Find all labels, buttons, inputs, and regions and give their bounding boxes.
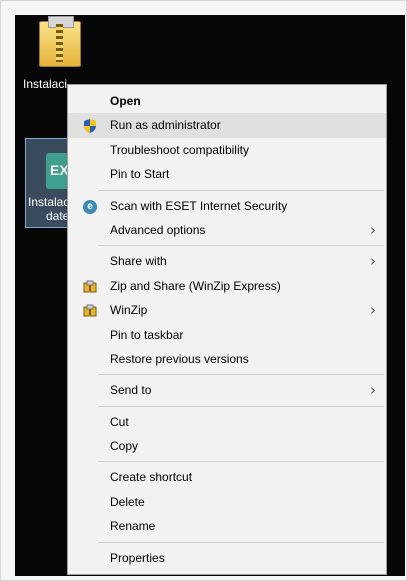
context-menu: Open Run as administrator Troubleshoot c… [67,84,387,576]
menu-item-label: Cut [110,414,129,429]
menu-item-label: Troubleshoot compatibility [110,142,249,157]
shield-icon [84,119,96,134]
desktop[interactable]: Instalaci EXE Instalaci dateC Open Run a… [15,15,405,576]
menu-item-pin-to-taskbar[interactable]: Pin to taskbar [68,323,386,347]
menu-item-cut[interactable]: Cut [68,410,386,434]
menu-item-share-with[interactable]: Share with › [68,249,386,273]
menu-item-create-shortcut[interactable]: Create shortcut [68,465,386,489]
menu-item-properties[interactable]: Properties [68,546,386,570]
menu-item-delete[interactable]: Delete [68,490,386,514]
chevron-right-icon: › [370,252,376,271]
chevron-right-icon: › [370,381,376,400]
menu-item-label: Rename [110,519,156,534]
menu-item-troubleshoot-compatibility[interactable]: Troubleshoot compatibility [68,138,386,162]
menu-item-send-to[interactable]: Send to › [68,378,386,402]
menu-separator [98,405,384,407]
menu-item-label: Advanced options [110,222,206,237]
menu-item-label: Run as administrator [110,118,221,133]
menu-item-label: Properties [110,550,165,565]
screenshot-frame: Instalaci EXE Instalaci dateC Open Run a… [0,0,407,581]
archive-file-icon [39,16,81,67]
menu-item-label: Pin to Start [110,167,170,182]
menu-item-rename[interactable]: Rename [68,514,386,538]
menu-separator [98,245,384,247]
desktop-icon-archive[interactable]: Instalaci [21,16,99,91]
menu-item-winzip[interactable]: WinZip › [68,298,386,322]
menu-item-label: WinZip [110,303,148,318]
winzip-icon [83,304,97,317]
menu-item-label: Delete [110,494,145,509]
winzip-icon [83,280,97,293]
menu-item-label: Open [110,94,141,108]
menu-item-advanced-options[interactable]: Advanced options › [68,218,386,242]
menu-item-open[interactable]: Open [68,89,386,113]
menu-item-label: Share with [110,254,167,269]
menu-item-label: Scan with ESET Internet Security [110,198,288,213]
menu-item-run-as-administrator[interactable]: Run as administrator [68,113,386,138]
menu-separator [98,189,384,191]
eset-icon: e [83,199,97,214]
menu-item-zip-and-share[interactable]: Zip and Share (WinZip Express) [68,274,386,298]
menu-item-label: Create shortcut [110,470,193,485]
menu-item-scan-eset[interactable]: e Scan with ESET Internet Security [68,194,386,218]
menu-item-label: Zip and Share (WinZip Express) [110,278,281,293]
chevron-right-icon: › [370,301,376,320]
menu-separator [98,374,384,376]
menu-item-restore-previous-versions[interactable]: Restore previous versions [68,347,386,371]
menu-item-label: Restore previous versions [110,351,249,366]
menu-separator [98,461,384,463]
menu-separator [98,541,384,543]
chevron-right-icon: › [370,220,376,239]
menu-item-label: Pin to taskbar [110,327,184,342]
menu-item-pin-to-start[interactable]: Pin to Start [68,162,386,186]
menu-item-label: Copy [110,439,139,454]
menu-item-label: Send to [110,383,152,398]
menu-item-copy[interactable]: Copy [68,434,386,458]
